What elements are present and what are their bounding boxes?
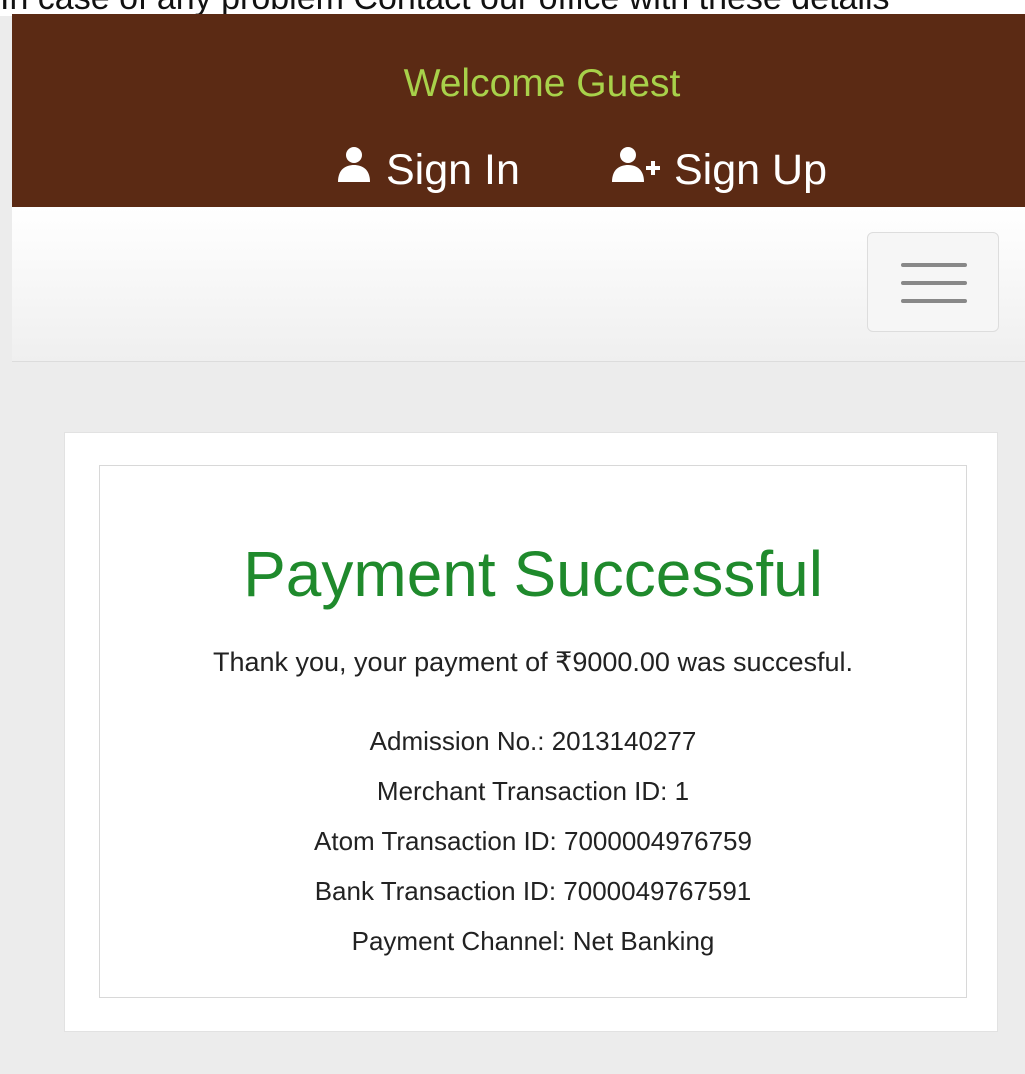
sign-in-label: Sign In: [386, 146, 520, 194]
sign-up-link[interactable]: Sign Up: [610, 142, 827, 198]
user-add-icon: [610, 142, 662, 198]
merchant-transaction-id: Merchant Transaction ID: 1: [376, 776, 690, 806]
atom-transaction-id: Atom Transaction ID: 7000004976759: [314, 826, 752, 856]
transaction-details: Admission No.: 2013140277 Merchant Trans…: [100, 716, 966, 966]
page: In case of any problem Contact our offic…: [0, 0, 1025, 1074]
payment-message: Thank you, your payment of ₹9000.00 was …: [212, 647, 854, 677]
user-icon: [334, 142, 374, 198]
sign-up-label: Sign Up: [674, 146, 827, 194]
payment-card: Payment Successful Thank you, your payme…: [64, 432, 998, 1032]
admission-number: Admission No.: 2013140277: [369, 726, 697, 756]
navbar: [12, 207, 1025, 362]
payment-channel: Payment Channel: Net Banking: [351, 926, 715, 956]
hamburger-menu-icon-bar: [901, 299, 967, 303]
menu-toggle-button[interactable]: [867, 232, 999, 332]
payment-receipt: Payment Successful Thank you, your payme…: [99, 465, 967, 998]
sign-in-link[interactable]: Sign In: [334, 142, 520, 198]
bank-transaction-id: Bank Transaction ID: 7000049767591: [314, 876, 752, 906]
payment-status-title: Payment Successful: [243, 538, 823, 610]
top-bar: Welcome Guest Sign In Sign Up: [12, 14, 1025, 207]
hamburger-menu-icon-bar: [901, 281, 967, 285]
hamburger-menu-icon: [901, 263, 967, 267]
welcome-message: Welcome Guest: [403, 62, 681, 105]
